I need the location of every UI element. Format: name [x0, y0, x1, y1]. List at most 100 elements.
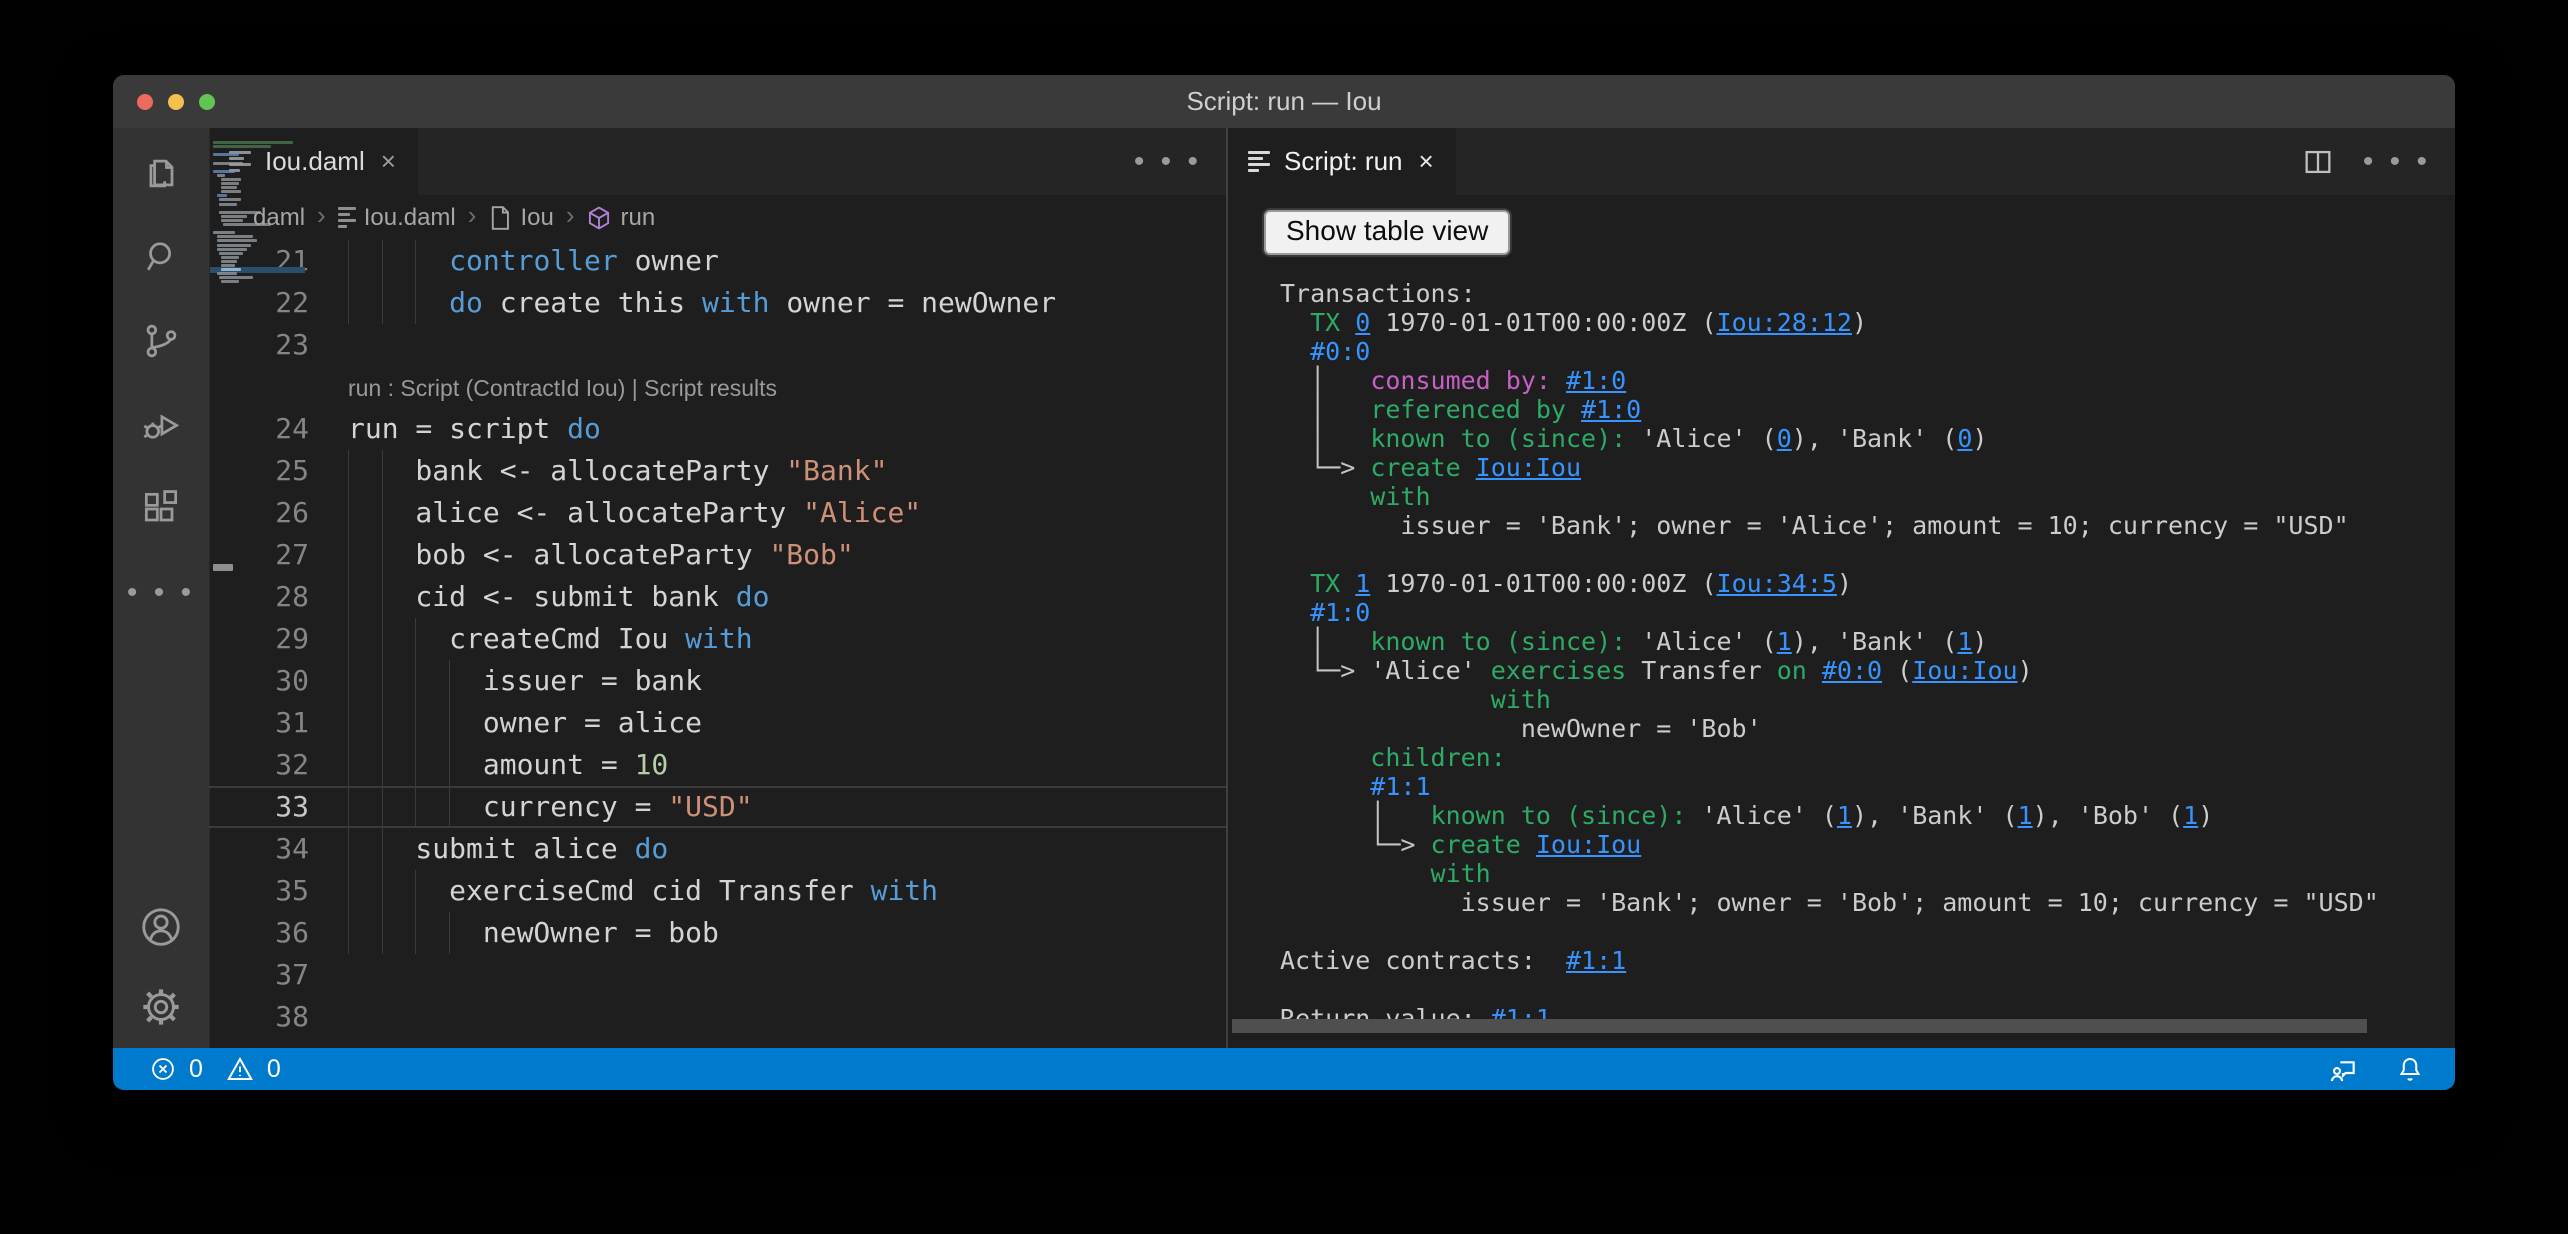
problems-status[interactable]: 0 0: [113, 1054, 281, 1084]
editor-actions-more-icon[interactable]: • • •: [1134, 152, 1202, 172]
more-actions-icon[interactable]: • • •: [138, 570, 184, 616]
output-text: issuer = 'Bank'; owner = 'Alice'; amount…: [1280, 511, 2349, 540]
output-text: with: [1280, 859, 1491, 888]
output-link[interactable]: #1:0: [1566, 366, 1626, 395]
output-link[interactable]: #0:0: [1822, 656, 1882, 685]
output-line: #1:0: [1280, 598, 2455, 627]
output-link[interactable]: 1: [1837, 801, 1852, 830]
settings-gear-icon[interactable]: [138, 984, 184, 1030]
output-text: [1280, 308, 1310, 337]
output-link[interactable]: 0: [1355, 308, 1370, 337]
output-link[interactable]: 1: [2018, 801, 2033, 830]
code-line[interactable]: 28 cid <- submit bank do: [209, 576, 1226, 618]
output-line: #0:0: [1280, 337, 2455, 366]
output-line: └─> 'Alice' exercises Transfer on #0:0 (…: [1280, 656, 2455, 685]
code-line[interactable]: 29 createCmd Iou with: [209, 618, 1226, 660]
feedback-icon[interactable]: [2327, 1053, 2359, 1085]
breadcrumb-item-file[interactable]: Iou.daml: [338, 204, 456, 232]
output-link[interactable]: 0: [1957, 424, 1972, 453]
code-line[interactable]: 21 controller owner: [209, 240, 1226, 282]
indent-guide: [382, 828, 383, 870]
code-line[interactable]: 32 amount = 10: [209, 744, 1226, 786]
output-line: │ known to (since): 'Alice' (1), 'Bank' …: [1280, 801, 2455, 830]
overview-ruler[interactable]: [209, 128, 238, 1048]
output-link[interactable]: Iou:Iou: [1476, 453, 1581, 482]
output-link[interactable]: 1: [1777, 627, 1792, 656]
code-line[interactable]: run : Script (ContractId Iou) | Script r…: [209, 366, 1226, 408]
output-text: └─>: [1280, 656, 1370, 685]
output-line: │ known to (since): 'Alice' (1), 'Bank' …: [1280, 627, 2455, 656]
output-link[interactable]: 1: [1355, 569, 1370, 598]
code-token: owner: [618, 244, 719, 277]
editor-actions-more-icon[interactable]: • • •: [2363, 152, 2431, 172]
indent-guide: [348, 576, 349, 618]
show-table-view-button[interactable]: Show table view: [1264, 210, 1510, 255]
bell-icon[interactable]: [2395, 1054, 2425, 1084]
close-tab-icon[interactable]: ×: [379, 146, 398, 177]
code-token: 10: [635, 748, 669, 781]
output-link[interactable]: Iou:34:5: [1717, 569, 1837, 598]
output-text: known to (since):: [1370, 424, 1641, 453]
code-editor[interactable]: 21 controller owner22 do create this wit…: [209, 240, 1226, 1048]
split-editor-icon[interactable]: [2301, 145, 2335, 179]
output-link[interactable]: 1: [1957, 627, 1972, 656]
breadcrumb-item-module[interactable]: Iou: [488, 204, 553, 232]
code-line[interactable]: 36 newOwner = bob: [209, 912, 1226, 954]
code-token: [348, 286, 449, 319]
output-link[interactable]: 1: [2183, 801, 2198, 830]
code-line[interactable]: 37: [209, 954, 1226, 996]
code-line[interactable]: 34 submit alice do: [209, 828, 1226, 870]
code-line[interactable]: 38: [209, 996, 1226, 1038]
code-line[interactable]: 26 alice <- allocateParty "Alice": [209, 492, 1226, 534]
code-line[interactable]: 24run = script do: [209, 408, 1226, 450]
code-token: with: [685, 622, 752, 655]
code-line[interactable]: 31 owner = alice: [209, 702, 1226, 744]
breadcrumb-item-symbol[interactable]: run: [586, 204, 655, 232]
output-text: │: [1280, 366, 1370, 395]
output-link[interactable]: #1:0: [1581, 395, 1641, 424]
code-line[interactable]: 35 exerciseCmd cid Transfer with: [209, 870, 1226, 912]
output-text: Transactions:: [1280, 279, 1476, 308]
output-line: issuer = 'Bank'; owner = 'Alice'; amount…: [1280, 511, 2455, 540]
code-lens[interactable]: run : Script (ContractId Iou) | Script r…: [348, 375, 777, 401]
output-line: #1:1: [1280, 772, 2455, 801]
code-line[interactable]: 30 issuer = bank: [209, 660, 1226, 702]
code-line[interactable]: 27 bob <- allocateParty "Bob": [209, 534, 1226, 576]
output-text: ): [1972, 627, 1987, 656]
indent-guide: [382, 912, 383, 954]
output-text: 'Alice' (: [1641, 424, 1776, 453]
code-token: exerciseCmd cid Transfer: [348, 874, 871, 907]
code-token: currency =: [348, 790, 668, 823]
output-link[interactable]: 0: [1777, 424, 1792, 453]
indent-guide: [382, 534, 383, 576]
indent-guide: [348, 240, 349, 282]
code-token: bob <- allocateParty: [348, 538, 769, 571]
output-text: consumed by:: [1370, 366, 1566, 395]
run-debug-icon[interactable]: [138, 402, 184, 448]
close-tab-icon[interactable]: ×: [1417, 146, 1436, 177]
code-line[interactable]: 23: [209, 324, 1226, 366]
account-icon[interactable]: [138, 904, 184, 950]
search-icon[interactable]: [138, 234, 184, 280]
code-line[interactable]: 33 currency = "USD": [209, 786, 1226, 828]
output-link[interactable]: Iou:Iou: [1912, 656, 2017, 685]
horizontal-scrollbar[interactable]: [1232, 1019, 2367, 1033]
output-text: ): [2198, 801, 2213, 830]
code-line[interactable]: 22 do create this with owner = newOwner: [209, 282, 1226, 324]
output-line: │ consumed by: #1:0: [1280, 366, 2455, 395]
source-control-icon[interactable]: [138, 318, 184, 364]
output-text: newOwner = 'Bob': [1280, 714, 1762, 743]
output-link[interactable]: Iou:28:12: [1717, 308, 1852, 337]
tab-script-run[interactable]: Script: run ×: [1228, 128, 1456, 195]
chevron-right-icon: ›: [317, 200, 326, 231]
output-link[interactable]: #1:1: [1566, 946, 1626, 975]
window-title: Script: run — Iou: [113, 75, 2455, 128]
output-text: ): [1972, 424, 1987, 453]
explorer-icon[interactable]: [138, 150, 184, 196]
output-link[interactable]: Iou:Iou: [1536, 830, 1641, 859]
code-line[interactable]: 25 bank <- allocateParty "Bank": [209, 450, 1226, 492]
output-text: TX: [1310, 308, 1355, 337]
extensions-icon[interactable]: [138, 486, 184, 532]
output-line: with: [1280, 685, 2455, 714]
indent-guide: [415, 744, 416, 786]
